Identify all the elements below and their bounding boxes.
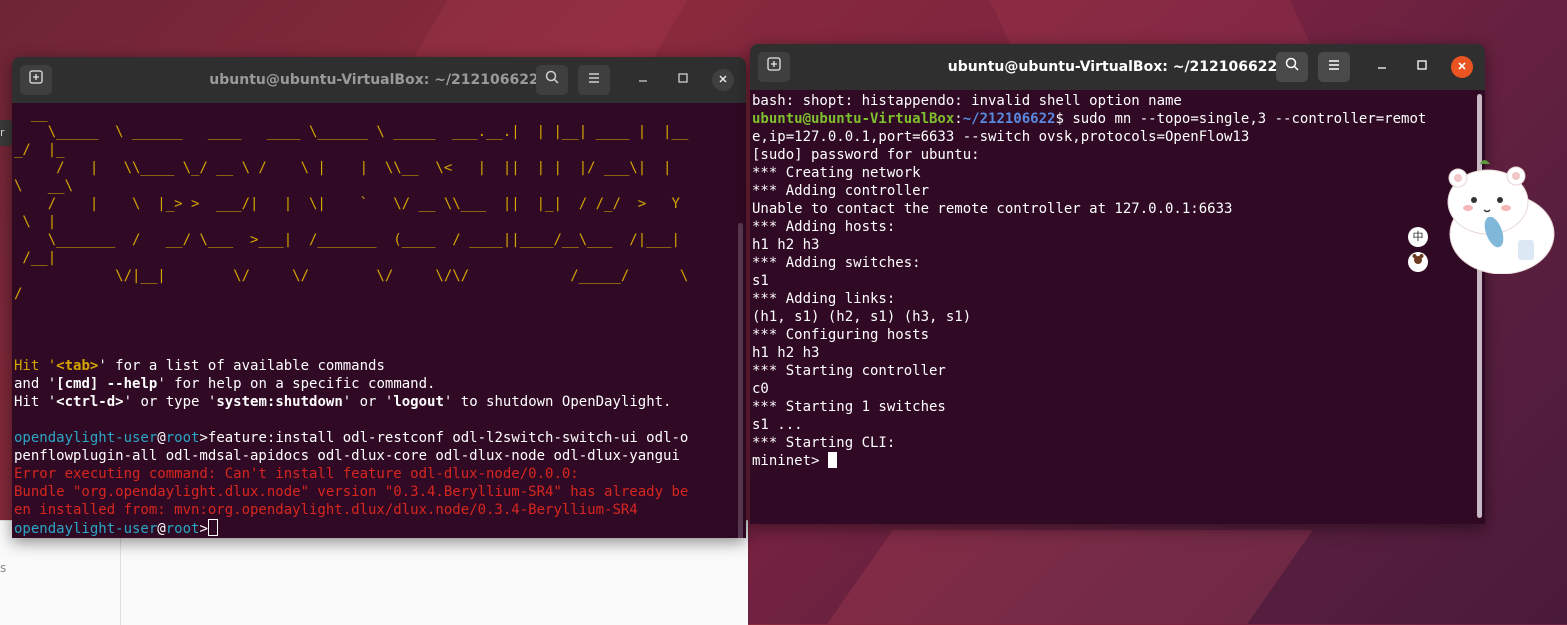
help-key: logout — [393, 394, 444, 410]
hamburger-menu-icon[interactable] — [578, 65, 610, 95]
ime-skin-icon[interactable] — [1408, 252, 1428, 272]
karaf-banner-line: \ __\ — [14, 178, 74, 194]
error-text: Bundle "org.opendaylight.dlux.node" vers… — [14, 484, 689, 500]
help-key: system:shutdown — [216, 394, 343, 410]
prompt-at: @ — [157, 521, 166, 537]
file-sidebar-text: s — [0, 561, 7, 575]
help-text: ' or ' — [342, 394, 394, 410]
close-icon[interactable] — [1451, 56, 1473, 78]
minimize-icon[interactable] — [632, 69, 654, 91]
prompt-user: ubuntu@ubuntu-VirtualBox — [752, 111, 955, 127]
search-icon[interactable] — [536, 65, 568, 95]
prompt-colon: : — [954, 111, 963, 127]
right-terminal-titlebar[interactable]: ubuntu@ubuntu-VirtualBox: ~/212106622 — [750, 44, 1485, 90]
output-line: bash: shopt: histappendo: invalid shell … — [752, 93, 1182, 109]
prompt-dollar: $ — [1055, 111, 1073, 127]
close-icon[interactable] — [712, 69, 734, 91]
wallpaper-shape — [827, 530, 1313, 624]
karaf-banner-line: / — [14, 286, 23, 302]
left-terminal-titlebar[interactable]: ubuntu@ubuntu-VirtualBox: ~/212106622 — [12, 57, 746, 103]
output-line: s1 ... — [752, 417, 803, 433]
prompt-at: @ — [157, 430, 166, 446]
wallpaper-shape — [989, 0, 1311, 44]
output-line: *** Adding switches: — [752, 255, 921, 271]
wallpaper-shape — [412, 0, 688, 60]
bear-mascot-sticker[interactable] — [1436, 160, 1558, 275]
output-line: Unable to contact the remote controller … — [752, 201, 1233, 217]
prompt-user: opendaylight-user — [14, 521, 158, 537]
text-cursor — [827, 452, 837, 468]
text-cursor — [207, 519, 218, 536]
output-line: *** Starting 1 switches — [752, 399, 946, 415]
output-line: c0 — [752, 381, 769, 397]
prompt-path: ~/212106622 — [962, 111, 1056, 127]
mininet-prompt: mininet> — [752, 453, 828, 469]
output-line: *** Starting controller — [752, 363, 946, 379]
output-line: *** Starting CLI: — [752, 435, 896, 451]
help-text: ' for a list of available commands — [98, 358, 385, 374]
output-line: *** Adding hosts: — [752, 219, 896, 235]
maximize-icon[interactable] — [1411, 56, 1433, 78]
help-key: <tab> — [56, 358, 99, 374]
ime-language-indicator[interactable]: 中 — [1408, 227, 1428, 247]
command-text: sudo mn --topo=single,3 --controller=rem… — [1072, 111, 1427, 127]
error-text: Error executing command: Can't install f… — [14, 466, 579, 482]
help-key: <ctrl-d> — [56, 394, 124, 410]
search-icon[interactable] — [1276, 52, 1308, 82]
output-line: (h1, s1) (h2, s1) (h3, s1) — [752, 309, 972, 325]
karaf-banner-line: \_______ / __/ \___ >___| /_______ (____… — [14, 232, 680, 248]
maximize-icon[interactable] — [672, 69, 694, 91]
terminal-body[interactable]: __ \_____ \ ______ ____ ____ \______ \ _… — [12, 103, 746, 538]
background-window-edge[interactable]: r — [0, 120, 12, 146]
scrollbar-thumb[interactable] — [1477, 94, 1482, 518]
command-text: e,ip=127.0.0.1,port=6633 --switch ovsk,p… — [752, 129, 1250, 145]
terminal-output[interactable]: bash: shopt: histappendo: invalid shell … — [752, 92, 1471, 470]
prompt-user: opendaylight-user — [14, 430, 158, 446]
karaf-banner-line: \_____ \ ______ ____ ____ \______ \ ____… — [14, 124, 689, 140]
output-line: *** Creating network — [752, 165, 921, 181]
output-line: *** Configuring hosts — [752, 327, 930, 343]
karaf-banner-line: / | \\____ \_/ __ \ / \ | | \\__ \< | ||… — [14, 160, 672, 176]
error-text: en installed from: mvn:org.opendaylight.… — [14, 502, 638, 518]
prompt-host: root — [165, 430, 200, 446]
karaf-banner-line: /__| — [14, 250, 57, 266]
karaf-banner-line: / | \ |_> > ___/| | \| ` \/ __ \\___ || … — [14, 196, 680, 212]
help-text: Hit ' — [14, 358, 57, 374]
hamburger-menu-icon[interactable] — [1318, 52, 1350, 82]
minimize-icon[interactable] — [1371, 56, 1393, 78]
output-line: s1 — [752, 273, 769, 289]
left-terminal-window[interactable]: ubuntu@ubuntu-VirtualBox: ~/212106622 __… — [12, 57, 746, 538]
output-line: *** Adding controller — [752, 183, 930, 199]
karaf-banner-line: \ | — [14, 214, 57, 230]
output-line: h1 h2 h3 — [752, 237, 820, 253]
prompt-host: root — [165, 521, 200, 537]
prompt-gt: > — [199, 430, 208, 446]
command-text: feature:install odl-restconf odl-l2switc… — [207, 430, 689, 446]
help-text: ' or type ' — [123, 394, 217, 410]
prompt-gt: > — [199, 521, 208, 537]
terminal-body[interactable]: bash: shopt: histappendo: invalid shell … — [750, 90, 1485, 524]
command-text: penflowplugin-all odl-mdsal-apidocs odl-… — [14, 448, 680, 464]
terminal-output[interactable]: __ \_____ \ ______ ____ ____ \______ \ _… — [14, 105, 732, 538]
help-text: and ' — [14, 376, 57, 392]
help-text: Hit ' — [14, 394, 57, 410]
output-line: h1 h2 h3 — [752, 345, 820, 361]
karaf-banner-line: __ — [14, 106, 48, 122]
scrollbar-thumb[interactable] — [738, 223, 743, 538]
help-text: ' for help on a specific command. — [157, 376, 436, 392]
help-key: [cmd] --help — [56, 376, 158, 392]
right-terminal-window[interactable]: ubuntu@ubuntu-VirtualBox: ~/212106622 ba… — [750, 44, 1485, 524]
help-text: ' to shutdown OpenDaylight. — [443, 394, 672, 410]
karaf-banner-line: _/ |_ — [14, 142, 65, 158]
output-line: *** Adding links: — [752, 291, 896, 307]
karaf-banner-line: \/|__| \/ \/ \/ \/\/ /_____/ \ — [14, 268, 689, 284]
output-line: [sudo] password for ubuntu: — [752, 147, 980, 163]
